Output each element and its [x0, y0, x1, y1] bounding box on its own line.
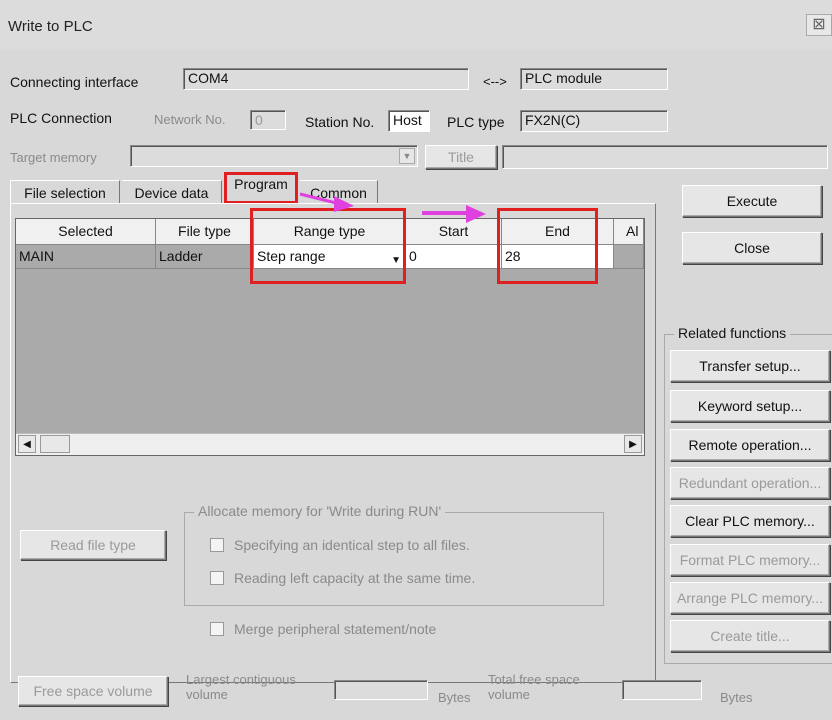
scroll-right-icon[interactable]: ▶ [624, 435, 642, 453]
identical-step-label: Specifying an identical step to all file… [234, 537, 470, 553]
remote-operation-button[interactable]: Remote operation... [670, 429, 830, 461]
merge-statement-label: Merge peripheral statement/note [234, 621, 437, 637]
clear-plc-memory-button[interactable]: Clear PLC memory... [670, 505, 830, 537]
station-no-label: Station No. [305, 114, 375, 130]
largest-contiguous-line2: volume [186, 687, 228, 702]
tab-file-selection[interactable]: File selection [10, 180, 120, 204]
col-header-file-type[interactable]: File type [156, 219, 254, 245]
title-bar: Write to PLC ⊠ [0, 0, 832, 50]
merge-statement-checkbox[interactable] [210, 622, 224, 636]
close-icon[interactable]: ⊠ [806, 14, 832, 36]
arrow-to-end [422, 205, 486, 223]
title-field [502, 145, 828, 169]
col-header-selected[interactable]: Selected [16, 219, 156, 245]
window-title: Write to PLC [8, 18, 93, 35]
start-input[interactable]: 0 [406, 245, 502, 269]
free-space-volume-button[interactable]: Free space volume [18, 676, 168, 706]
tab-device-data[interactable]: Device data [122, 180, 222, 204]
target-memory-label: Target memory [10, 150, 97, 165]
chevron-down-icon: ▼ [399, 148, 415, 164]
plc-connection-label: PLC Connection [10, 110, 112, 126]
execute-button[interactable]: Execute [682, 185, 822, 217]
connecting-interface-label: Connecting interface [10, 74, 139, 90]
close-button[interactable]: Close [682, 232, 822, 264]
total-free-space-field [622, 680, 702, 700]
title-button[interactable]: Title [425, 145, 497, 169]
tab-program-highlight [224, 172, 298, 204]
total-free-line1: Total free space [488, 672, 580, 687]
connection-arrow: <--> [483, 74, 507, 89]
end-highlight [497, 208, 598, 284]
cell-file-type[interactable]: Ladder [156, 245, 254, 269]
keyword-setup-button[interactable]: Keyword setup... [670, 390, 830, 422]
scrollbar-thumb[interactable] [40, 435, 70, 453]
grid-horizontal-scrollbar[interactable] [16, 433, 644, 455]
allocate-memory-label: Allocate memory for 'Write during RUN' [194, 503, 446, 519]
network-no-label: Network No. [154, 112, 226, 127]
related-functions-label: Related functions [674, 325, 791, 341]
left-capacity-label: Reading left capacity at the same time. [234, 570, 476, 586]
bytes-label-1: Bytes [438, 690, 471, 705]
create-title-button[interactable]: Create title... [670, 620, 830, 652]
station-no-field: Host [388, 110, 430, 132]
largest-contiguous-label: Largest contiguous volume [186, 672, 296, 702]
allocate-memory-group [184, 512, 604, 606]
arrow-to-range-type [299, 192, 354, 212]
total-free-line2: volume [488, 687, 530, 702]
arrange-plc-memory-button[interactable]: Arrange PLC memory... [670, 582, 830, 614]
range-type-highlight [250, 208, 406, 284]
plc-module-field: PLC module [520, 68, 668, 90]
plc-type-label: PLC type [447, 114, 505, 130]
bytes-label-2: Bytes [720, 690, 753, 705]
total-free-space-label: Total free space volume [488, 672, 580, 702]
read-file-type-button[interactable]: Read file type [20, 530, 166, 560]
largest-contiguous-field [334, 680, 428, 700]
left-capacity-checkbox[interactable] [210, 571, 224, 585]
transfer-setup-button[interactable]: Transfer setup... [670, 350, 830, 382]
cell-all[interactable] [614, 245, 644, 269]
redundant-operation-button[interactable]: Redundant operation... [670, 467, 830, 499]
cell-selected[interactable]: MAIN [16, 245, 156, 269]
related-functions-group [664, 334, 832, 664]
largest-contiguous-line1: Largest contiguous [186, 672, 296, 687]
scroll-left-icon[interactable]: ◀ [18, 435, 36, 453]
plc-type-field: FX2N(C) [520, 110, 668, 132]
network-no-field: 0 [250, 110, 286, 130]
format-plc-memory-button[interactable]: Format PLC memory... [670, 544, 830, 576]
interface-field: COM4 [183, 68, 469, 90]
identical-step-checkbox[interactable] [210, 538, 224, 552]
target-memory-select[interactable]: ▼ [130, 145, 418, 167]
col-header-all[interactable]: Al [614, 219, 644, 245]
